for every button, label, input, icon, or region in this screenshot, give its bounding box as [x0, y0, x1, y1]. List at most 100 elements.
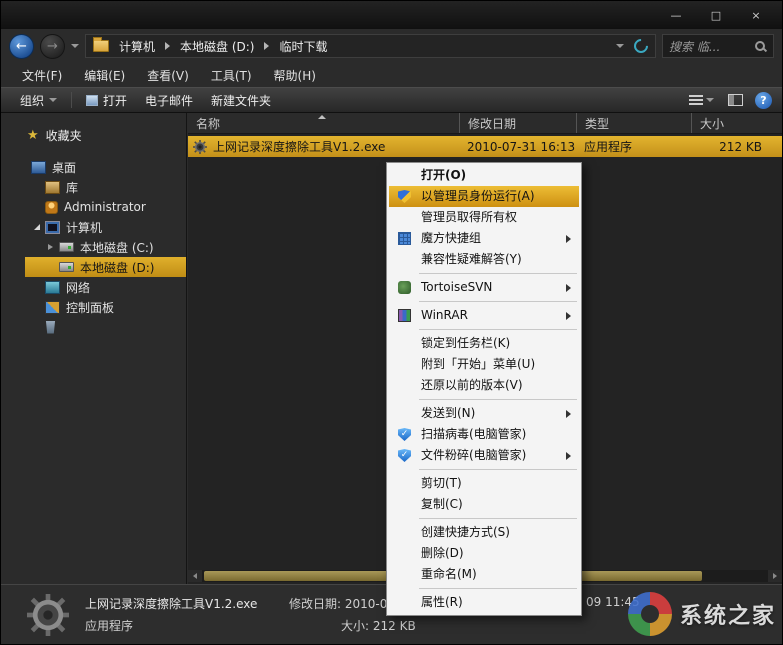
sidebar-item-recycle-bin[interactable]	[1, 317, 186, 337]
column-header-size[interactable]: 大小	[691, 113, 782, 133]
ctx-restore-previous[interactable]: 还原以前的版本(V)	[389, 375, 579, 396]
breadcrumb-item-drive-d[interactable]: 本地磁盘 (D:)	[175, 38, 259, 55]
control-panel-icon	[45, 300, 60, 314]
details-modified: 修改日期: 2010-07-	[289, 597, 400, 611]
close-button[interactable]: ×	[748, 9, 764, 22]
sidebar-item-label: Administrator	[64, 200, 146, 214]
submenu-arrow-icon	[566, 410, 571, 418]
change-view-button[interactable]	[687, 92, 716, 109]
ctx-cut[interactable]: 剪切(T)	[389, 473, 579, 494]
expand-closed-icon[interactable]	[48, 244, 53, 250]
breadcrumb-separator-icon	[165, 42, 171, 50]
ctx-delete[interactable]: 删除(D)	[389, 543, 579, 564]
maximize-button[interactable]: □	[708, 9, 724, 22]
details-type: 应用程序	[85, 619, 134, 633]
sidebar-item-drive-c[interactable]: 本地磁盘 (C:)	[1, 237, 186, 257]
open-button[interactable]: 打开	[77, 89, 136, 112]
ctx-tortoisesvn[interactable]: TortoiseSVN	[389, 277, 579, 298]
ctx-scan-virus[interactable]: 扫描病毒(电脑管家)	[389, 424, 579, 445]
breadcrumb[interactable]: 计算机 本地磁盘 (D:) 临时下载	[85, 34, 656, 58]
watermark-text: 系统之家	[679, 604, 776, 629]
ctx-pin-to-taskbar[interactable]: 锁定到任务栏(K)	[389, 333, 579, 354]
sidebar-item-label: 桌面	[52, 160, 77, 175]
favorites-label: 收藏夹	[45, 128, 82, 143]
column-header-type[interactable]: 类型	[576, 113, 691, 133]
toolbar-separator	[71, 92, 73, 108]
library-icon	[45, 180, 60, 194]
details-size: 大小: 212 KB	[341, 619, 416, 633]
ctx-create-shortcut[interactable]: 创建快捷方式(S)	[389, 522, 579, 543]
navigation-pane: ★ 收藏夹 桌面 库 Administrator 计算机 本地磁盘 (C:) 本…	[1, 113, 187, 584]
search-value: 搜索 临...	[669, 39, 721, 54]
user-folder-icon	[45, 200, 58, 214]
recent-pages-chevron-icon[interactable]	[71, 44, 79, 48]
sidebar-item-drive-d[interactable]: 本地磁盘 (D:)	[25, 257, 186, 277]
expand-open-icon[interactable]	[34, 224, 40, 230]
ctx-properties[interactable]: 属性(R)	[389, 592, 579, 613]
sidebar-item-control-panel[interactable]: 控制面板	[1, 297, 186, 317]
ctx-take-ownership[interactable]: 管理员取得所有权	[389, 207, 579, 228]
menu-edit[interactable]: 编辑(E)	[73, 64, 136, 87]
column-headers: 名称 修改日期 类型 大小	[188, 113, 782, 134]
ctx-copy[interactable]: 复制(C)	[389, 494, 579, 515]
breadcrumb-item-computer[interactable]: 计算机	[114, 38, 160, 55]
details-file-name: 上网记录深度擦除工具V1.2.exe	[85, 597, 258, 611]
column-label: 大小	[700, 116, 725, 131]
column-header-name[interactable]: 名称	[188, 113, 459, 133]
forward-button[interactable]: →	[40, 33, 65, 59]
sidebar-item-network[interactable]: 网络	[1, 277, 186, 297]
menu-view[interactable]: 查看(V)	[136, 64, 200, 87]
explorer-window: — □ × ← → 计算机 本地磁盘 (D:) 临时下载 搜索 临... 文件(…	[0, 0, 783, 645]
scroll-right-icon[interactable]	[768, 570, 782, 582]
column-header-modified[interactable]: 修改日期	[459, 113, 576, 133]
qq-shield-icon	[398, 428, 411, 441]
submenu-arrow-icon	[566, 452, 571, 460]
menu-file[interactable]: 文件(F)	[11, 64, 73, 87]
minimize-button[interactable]: —	[668, 9, 684, 22]
sidebar-item-label: 本地磁盘 (D:)	[80, 260, 155, 275]
ctx-pin-to-start[interactable]: 附到「开始」菜单(U)	[389, 354, 579, 375]
refresh-icon[interactable]	[631, 36, 651, 56]
address-dropdown-icon[interactable]	[616, 44, 624, 48]
recycle-bin-icon	[45, 320, 56, 334]
sidebar-item-desktop[interactable]: 桌面	[1, 157, 186, 177]
breadcrumb-item-folder[interactable]: 临时下载	[274, 38, 332, 55]
ctx-compatibility[interactable]: 兼容性疑难解答(Y)	[389, 249, 579, 270]
help-icon[interactable]: ?	[755, 91, 772, 109]
title-bar: — □ ×	[1, 1, 782, 29]
menu-separator	[419, 469, 577, 470]
column-label: 类型	[585, 116, 610, 131]
ctx-winrar[interactable]: WinRAR	[389, 305, 579, 326]
folder-icon	[93, 37, 109, 52]
tortoisesvn-icon	[398, 281, 411, 294]
ctx-mofang-group[interactable]: 魔方快捷组	[389, 228, 579, 249]
file-row-selected[interactable]: 上网记录深度擦除工具V1.2.exe 2010-07-31 16:13 应用程序…	[188, 136, 782, 157]
menu-separator	[419, 329, 577, 330]
drive-icon	[59, 262, 74, 272]
scroll-left-icon[interactable]	[188, 570, 202, 582]
preview-pane-icon[interactable]	[728, 94, 743, 106]
command-toolbar: 组织 打开 电子邮件 新建文件夹 ?	[1, 87, 782, 113]
sort-ascending-icon	[318, 115, 326, 119]
ctx-open[interactable]: 打开(O)	[389, 165, 579, 186]
search-input[interactable]: 搜索 临...	[662, 34, 774, 58]
sidebar-item-libraries[interactable]: 库	[1, 177, 186, 197]
sidebar-item-favorites[interactable]: ★ 收藏夹	[1, 125, 186, 145]
file-type: 应用程序	[584, 140, 633, 154]
network-icon	[45, 280, 60, 294]
search-icon[interactable]	[754, 40, 767, 53]
new-folder-button[interactable]: 新建文件夹	[202, 89, 280, 112]
sidebar-item-computer[interactable]: 计算机	[1, 217, 186, 237]
organize-button[interactable]: 组织	[11, 89, 66, 112]
submenu-arrow-icon	[566, 284, 571, 292]
menu-tools[interactable]: 工具(T)	[200, 64, 263, 87]
menu-help[interactable]: 帮助(H)	[263, 64, 327, 87]
sidebar-item-administrator[interactable]: Administrator	[1, 197, 186, 217]
ctx-send-to[interactable]: 发送到(N)	[389, 403, 579, 424]
email-button[interactable]: 电子邮件	[136, 89, 202, 112]
back-button[interactable]: ←	[9, 33, 34, 59]
ctx-rename[interactable]: 重命名(M)	[389, 564, 579, 585]
ctx-file-shredder[interactable]: 文件粉碎(电脑管家)	[389, 445, 579, 466]
menu-separator	[419, 588, 577, 589]
ctx-run-as-admin[interactable]: 以管理员身份运行(A)	[389, 186, 579, 207]
